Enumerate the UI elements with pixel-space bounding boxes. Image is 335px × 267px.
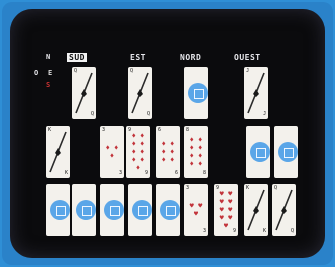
player-ouest-label: OUEST — [234, 53, 261, 62]
card-corner-index: Q — [90, 111, 94, 117]
card-corner-index: 9 — [144, 170, 148, 176]
card-corner-index: 8 — [202, 170, 206, 176]
compass-s: S — [46, 81, 51, 89]
card-back-emblem-icon — [82, 206, 92, 216]
card-corner-index: 3 — [202, 228, 206, 234]
player-nord-label: NORD — [180, 53, 202, 62]
hand-card[interactable] — [156, 184, 180, 236]
card-corner-index: 3 — [102, 127, 106, 133]
card-corner-index: 9 — [232, 228, 236, 234]
dummy-card[interactable]: KK — [46, 126, 70, 178]
card-corner-index: Q — [130, 68, 134, 74]
compass-e: E — [48, 69, 53, 77]
compass-o: O — [34, 69, 39, 77]
trick-card-sud[interactable]: QQ — [72, 67, 96, 119]
card-corner-index: J — [262, 111, 266, 117]
card-back-emblem-icon — [138, 206, 148, 216]
player-est-label: EST — [130, 53, 146, 62]
hand-card[interactable]: QQ — [272, 184, 296, 236]
trick-card-est[interactable]: QQ — [128, 67, 152, 119]
card-corner-index: K — [262, 228, 266, 234]
card-corner-index: Q — [290, 228, 294, 234]
hand-card[interactable] — [100, 184, 124, 236]
card-corner-index: 3 — [118, 170, 122, 176]
card-corner-index: 6 — [174, 170, 178, 176]
hand-card[interactable]: ♥ ♥ ♥ 3 3 — [184, 184, 208, 236]
card-back-emblem-icon — [194, 89, 204, 99]
card-back-emblem-icon — [56, 206, 66, 216]
dummy-card[interactable]: ♦ ♦ ♦ 3 3 — [100, 126, 124, 178]
card-corner-index: K — [64, 170, 68, 176]
card-back-disc-icon — [132, 200, 152, 220]
dummy-card[interactable]: ♦ ♦ ♦ ♦ ♦ ♦ ♦ ♦ ♦ 9 9 — [126, 126, 150, 178]
card-back-disc-icon — [188, 83, 208, 103]
card-back-emblem-icon — [284, 148, 294, 158]
card-back-disc-icon — [76, 200, 96, 220]
card-back-emblem-icon — [166, 206, 176, 216]
hand-card[interactable]: KK — [244, 184, 268, 236]
hand-card[interactable] — [46, 184, 70, 236]
card-corner-index: 9 — [216, 185, 220, 191]
card-corner-index: 3 — [186, 185, 190, 191]
dummy-card[interactable] — [246, 126, 270, 178]
dummy-card[interactable]: ♦ ♦ ♦ ♦ ♦ ♦ 6 6 — [156, 126, 180, 178]
card-corner-index: 6 — [158, 127, 162, 133]
trick-card-ouest[interactable]: JJ — [244, 67, 268, 119]
card-corner-index: Q — [74, 68, 78, 74]
card-corner-index: Q — [274, 185, 278, 191]
card-back-disc-icon — [104, 200, 124, 220]
card-corner-index: K — [48, 127, 52, 133]
hand-card[interactable] — [72, 184, 96, 236]
card-back-disc-icon — [250, 142, 270, 162]
card-corner-index: K — [246, 185, 250, 191]
compass-n: N — [46, 53, 51, 61]
card-corner-index: 9 — [128, 127, 132, 133]
card-corner-index: 8 — [186, 127, 190, 133]
game-screen: SUD EST NORD OUEST N O E S Q Q Q Q J J K K ♦ ♦ ♦ 3… — [10, 9, 325, 258]
dummy-card[interactable] — [274, 126, 298, 178]
card-back-emblem-icon — [110, 206, 120, 216]
hand-card[interactable] — [128, 184, 152, 236]
player-sud-label: SUD — [67, 53, 87, 62]
card-back-emblem-icon — [256, 148, 266, 158]
card-back-disc-icon — [50, 200, 70, 220]
hand-card[interactable]: ♥ ♥ ♥ ♥ ♥ ♥ ♥ ♥ ♥ 9 9 — [214, 184, 238, 236]
card-corner-index: Q — [146, 111, 150, 117]
trick-card-nord[interactable] — [184, 67, 208, 119]
card-back-disc-icon — [160, 200, 180, 220]
card-back-disc-icon — [278, 142, 298, 162]
dummy-card[interactable]: ♦ ♦ ♦ ♦ ♦ ♦ ♦ ♦ 8 8 — [184, 126, 208, 178]
card-corner-index: J — [246, 68, 250, 74]
